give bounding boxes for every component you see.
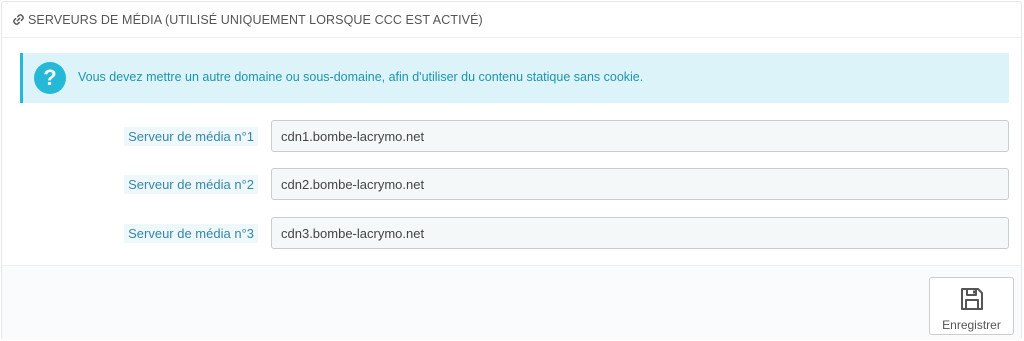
media-server-2-label: Serveur de média n°2	[124, 175, 258, 194]
media-server-1-label: Serveur de média n°1	[124, 127, 258, 146]
media-server-row-2: Serveur de média n°2	[2, 168, 1021, 200]
save-button-label: Enregistrer	[942, 318, 1001, 332]
panel-title: Serveurs de média (utilisé uniquement lo…	[28, 12, 483, 27]
question-icon: ?	[34, 62, 66, 94]
media-server-2-input[interactable]	[271, 168, 1009, 200]
media-server-1-input[interactable]	[271, 120, 1009, 152]
link-icon	[11, 13, 25, 27]
floppy-disk-icon	[960, 288, 983, 310]
media-servers-panel: Serveurs de média (utilisé uniquement lo…	[1, 1, 1022, 340]
panel-heading: Serveurs de média (utilisé uniquement lo…	[2, 2, 1021, 38]
media-server-3-input[interactable]	[271, 217, 1009, 249]
save-button[interactable]: Enregistrer	[929, 277, 1014, 335]
panel-footer: Enregistrer	[2, 265, 1021, 340]
info-alert: ? Vous devez mettre un autre domaine ou …	[20, 53, 1009, 103]
media-server-row-3: Serveur de média n°3	[2, 217, 1021, 249]
media-server-row-1: Serveur de média n°1	[2, 120, 1021, 152]
alert-text: Vous devez mettre un autre domaine ou so…	[78, 70, 644, 84]
media-server-3-label: Serveur de média n°3	[124, 224, 258, 243]
